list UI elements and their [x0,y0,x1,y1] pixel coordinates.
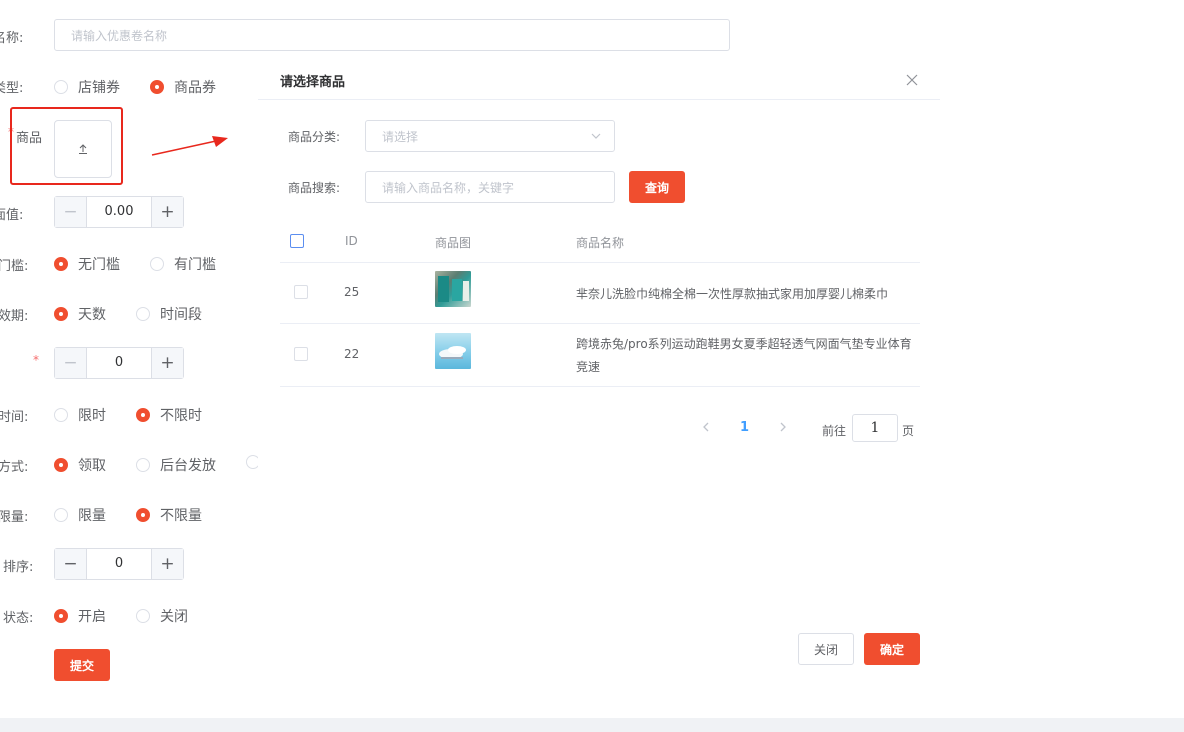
row-id: 25 [344,285,360,299]
row-checkbox[interactable] [294,347,308,361]
col-id: ID [345,234,358,248]
plus-icon[interactable]: + [151,348,183,378]
coupon-name-input[interactable]: 请输入优惠卷名称 [54,19,730,51]
category-select[interactable]: 请选择 [365,120,615,152]
radio-unlimited-time[interactable]: 不限时 [136,405,202,425]
radio-status-off[interactable]: 关闭 [136,606,188,626]
coupon-name-label: 券名称: [0,31,24,46]
table-divider [280,323,920,324]
row-id: 22 [344,347,360,361]
table-divider [280,386,920,387]
radio-claim[interactable]: 领取 [54,455,106,475]
radio-no-threshold[interactable]: 无门槛 [54,254,120,274]
radio-limited-time[interactable]: 限时 [54,405,106,425]
col-name: 商品名称 [576,236,625,250]
product-thumbnail-towel [435,271,471,307]
minus-icon[interactable]: − [55,348,87,378]
annotation-arrow-icon [151,136,228,156]
search-label: 商品搜索: [288,181,341,195]
chevron-down-icon [591,133,601,139]
radio-unlimited-quantity[interactable]: 不限量 [136,505,202,525]
close-icon[interactable] [904,72,920,88]
radio-backend-issue[interactable]: 后台发放 [136,455,216,475]
days-stepper[interactable]: − 0 + [54,347,184,379]
query-button[interactable]: 查询 [629,171,685,203]
sort-value[interactable]: 0 [87,549,151,579]
prev-page-icon[interactable] [700,421,712,433]
row-checkbox[interactable] [294,285,308,299]
status-label: 状态: [3,611,34,626]
sort-label: 排序: [3,560,34,575]
radio-has-threshold[interactable]: 有门槛 [150,254,216,274]
goto-page-input[interactable]: 1 [852,414,898,442]
next-page-icon[interactable] [777,421,789,433]
claim-time-label: 领取时间: [0,410,29,425]
plus-icon[interactable]: + [151,197,183,227]
select-all-checkbox[interactable] [290,234,304,248]
page-unit-label: 页 [902,424,915,438]
quantity-limit-label: 是否限量: [0,510,29,525]
radio-product-coupon[interactable]: 商品券 [150,77,216,97]
face-value-value[interactable]: 0.00 [87,197,151,227]
sort-stepper[interactable]: − 0 + [54,548,184,580]
dialog-title: 请选择商品 [280,75,346,90]
face-value-stepper[interactable]: − 0.00 + [54,196,184,228]
category-label: 商品分类: [288,130,341,144]
threshold-label: 使用门槛: [0,259,29,274]
submit-button[interactable]: 提交 [54,649,110,681]
dialog-confirm-button[interactable]: 确定 [864,633,920,665]
radio-status-on[interactable]: 开启 [54,606,106,626]
annotation-highlight-box [10,107,123,185]
coupon-type-label: 券类型: [0,81,24,96]
days-required-mark: * [33,353,39,367]
dialog-close-button[interactable]: 关闭 [798,633,854,665]
page-footer-strip [0,718,1184,732]
table-divider [280,262,920,263]
col-image: 商品图 [435,236,472,250]
days-value[interactable]: 0 [87,348,151,378]
validity-label: 有效期: [0,309,29,324]
radio-limited-quantity[interactable]: 限量 [54,505,106,525]
face-value-label: 券面值: [0,208,24,223]
category-placeholder: 请选择 [382,129,419,144]
plus-icon[interactable]: + [151,549,183,579]
row-name: 芈奈儿洗脸巾纯棉全棉一次性厚款抽式家用加厚婴儿棉柔巾 [576,287,889,301]
radio-store-coupon[interactable]: 店铺券 [54,77,120,97]
radio-time-range[interactable]: 时间段 [136,304,202,324]
dialog-header-divider [258,99,940,100]
product-thumbnail-shoes [435,333,471,369]
minus-icon[interactable]: − [55,549,87,579]
goto-label: 前往 [822,424,847,438]
row-name-continued: 竞速 [576,360,601,374]
radio-days[interactable]: 天数 [54,304,106,324]
claim-method-label: 领取方式: [0,460,29,475]
search-input[interactable]: 请输入商品名称，关键字 [365,171,615,203]
row-name: 跨境赤兔/pro系列运动跑鞋男女夏季超轻透气网面气垫专业体育 [576,337,912,351]
page-number-current[interactable]: 1 [740,420,749,435]
minus-icon[interactable]: − [55,197,87,227]
